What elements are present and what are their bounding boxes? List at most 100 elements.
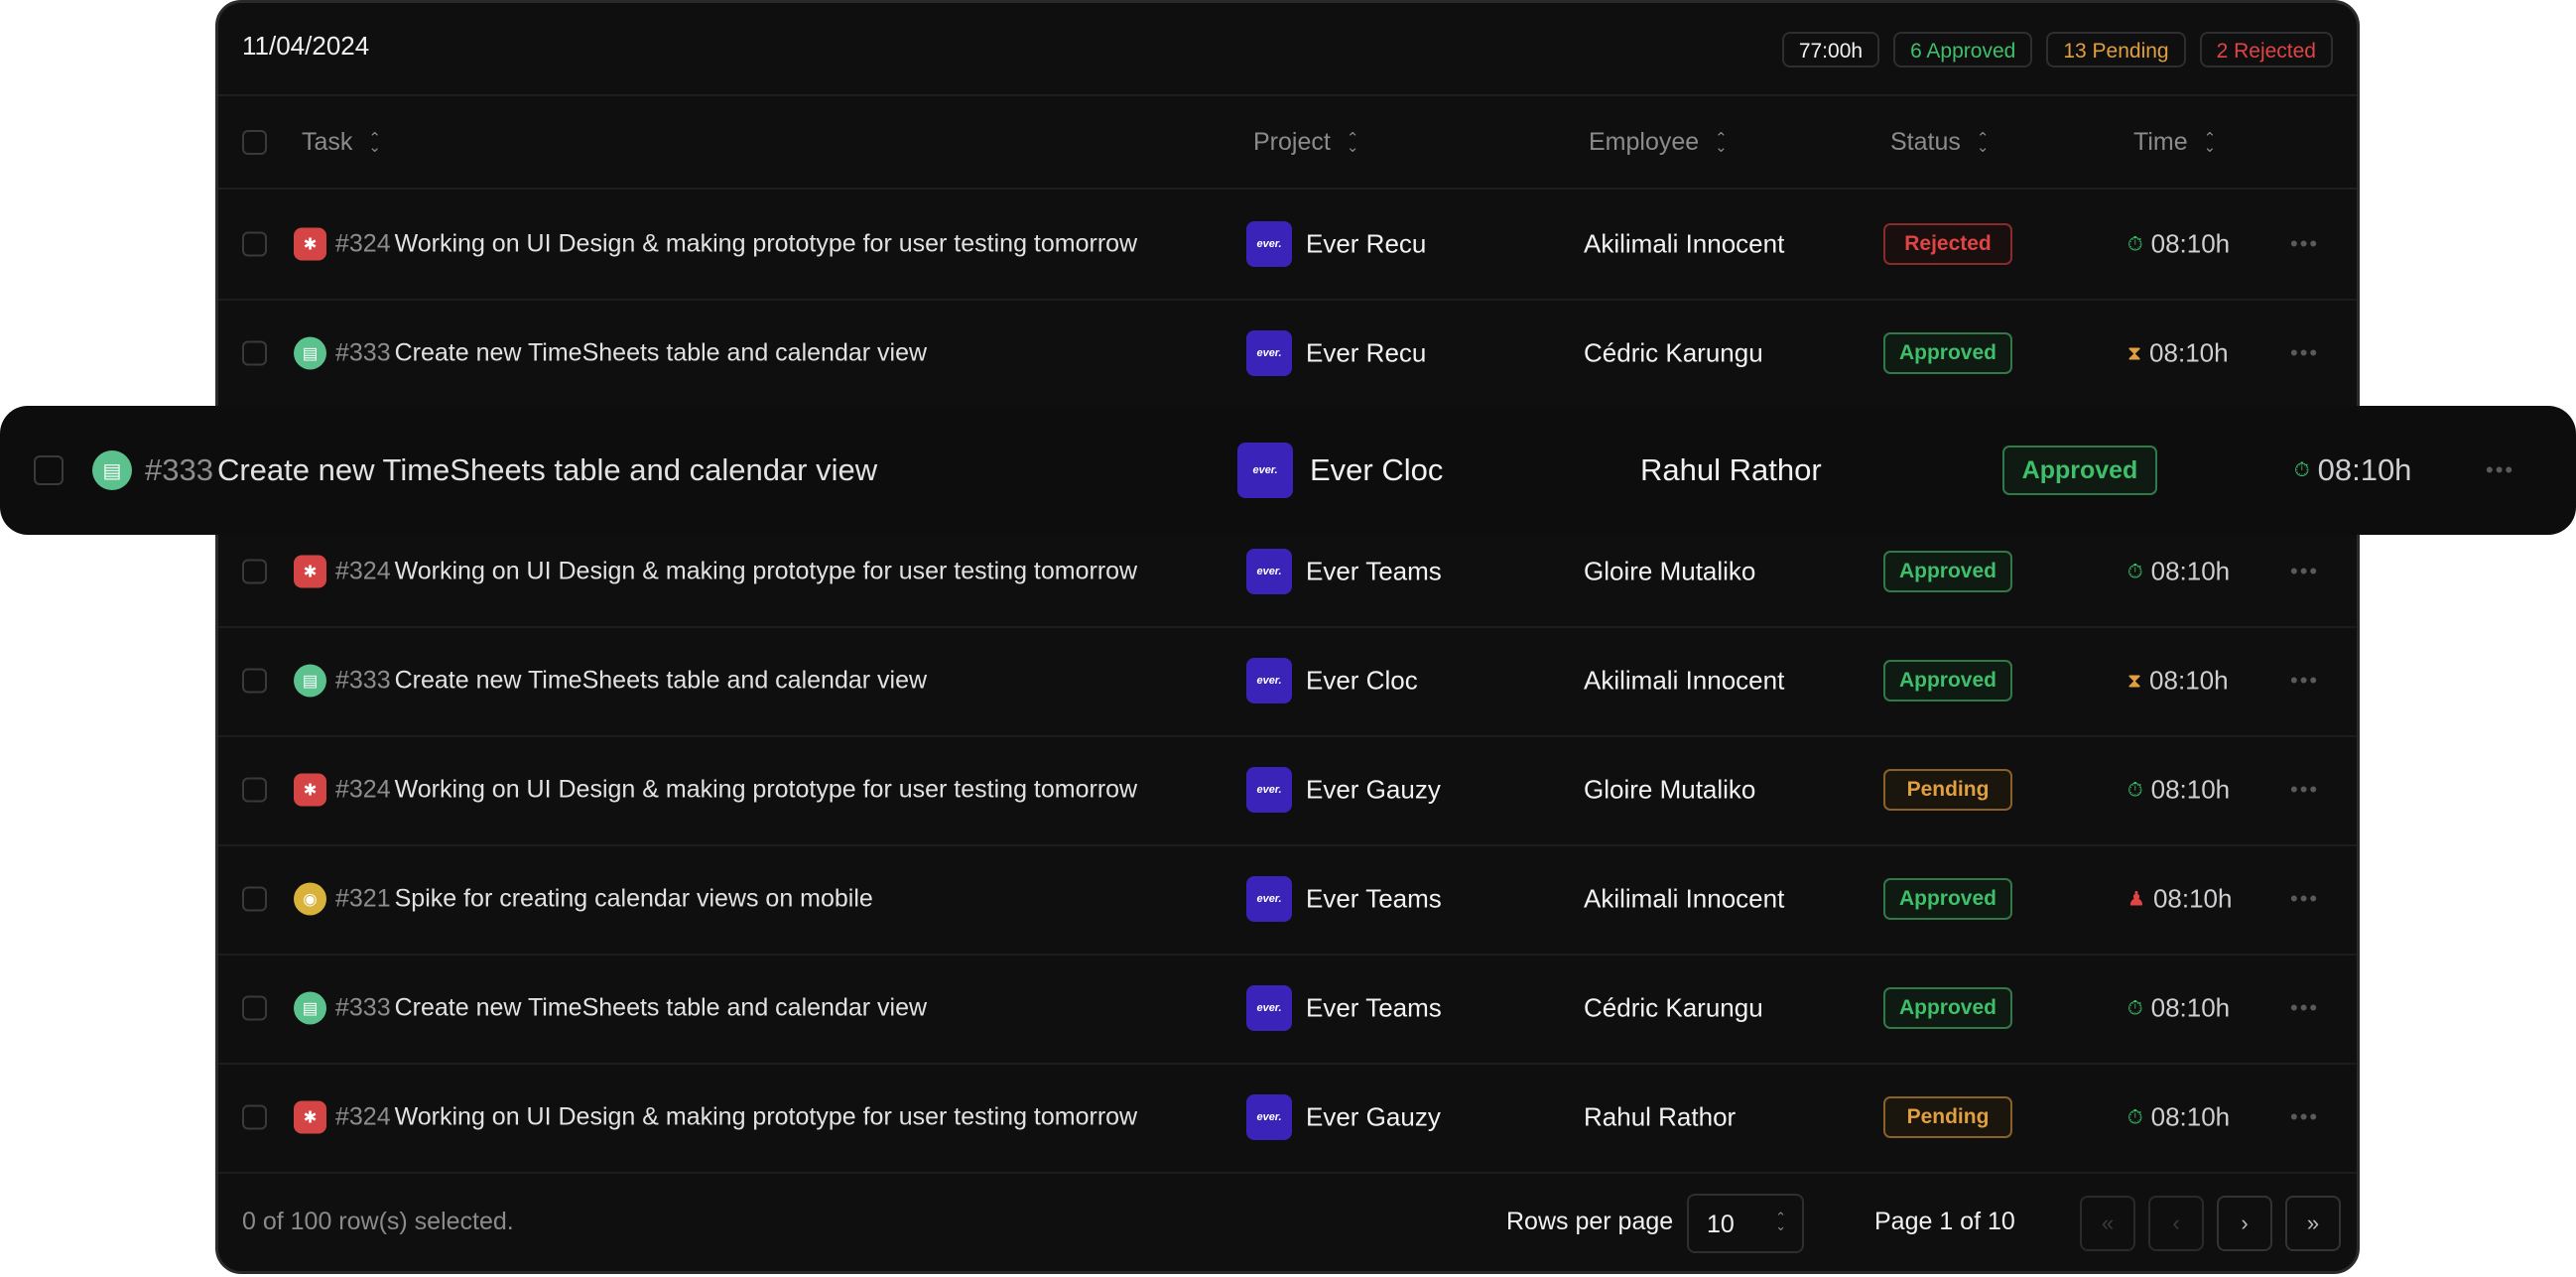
- timer-icon: ⏱: [2127, 561, 2143, 582]
- sort-icon: ⌃ ⌄: [2203, 129, 2217, 156]
- task-title[interactable]: #324 Working on UI Design & making protot…: [335, 558, 1137, 586]
- more-options-button[interactable]: •••: [2290, 559, 2319, 584]
- time-value: ⏱ 08:10h: [2127, 993, 2230, 1024]
- project-name: Ever Teams: [1306, 992, 1442, 1023]
- more-options-button[interactable]: •••: [2290, 1104, 2319, 1130]
- task-title-text: Create new TimeSheets table and calendar…: [394, 666, 928, 695]
- status-badge: Approved: [2002, 446, 2157, 495]
- last-page-button[interactable]: »: [2285, 1196, 2341, 1251]
- table-row[interactable]: ◉ #321 Spike for creating calendar views o…: [218, 844, 2357, 956]
- row-checkbox[interactable]: [34, 455, 64, 485]
- task-number: #333: [335, 666, 391, 695]
- row-checkbox[interactable]: [242, 1104, 267, 1130]
- table-row[interactable]: ✱ #324 Working on UI Design & making proto…: [218, 735, 2357, 846]
- project-name: Ever Gauzy: [1306, 774, 1441, 805]
- task-title[interactable]: #321 Spike for creating calendar views on…: [335, 885, 873, 914]
- task-number: #321: [335, 884, 391, 913]
- row-checkbox[interactable]: [242, 995, 267, 1021]
- table-row[interactable]: ▤ #333 Create new TimeSheets table and cal…: [218, 626, 2357, 737]
- row-checkbox[interactable]: [242, 231, 267, 257]
- employee-name: Akilimali Innocent: [1584, 228, 1785, 259]
- story-icon: ▤: [294, 991, 326, 1025]
- page-info: Page 1 of 10: [1874, 1208, 2015, 1235]
- task-title[interactable]: #333 Create new TimeSheets table and cale…: [335, 667, 927, 696]
- bug-icon: ✱: [294, 227, 326, 261]
- employee-name: Rahul Rathor: [1584, 1101, 1737, 1132]
- status-badge: Approved: [1883, 878, 2012, 920]
- summary-chips: 77:00h 6 Approved 13 Pending 2 Rejected: [1781, 32, 2333, 67]
- time-text: 08:10h: [2150, 556, 2231, 586]
- task-title-text: Create new TimeSheets table and calendar…: [394, 993, 928, 1022]
- row-checkbox[interactable]: [242, 777, 267, 803]
- project-logo: ever.: [1246, 1094, 1292, 1140]
- first-page-button[interactable]: «: [2080, 1196, 2135, 1251]
- task-title[interactable]: #324 Working on UI Design & making protot…: [335, 230, 1137, 259]
- more-options-button[interactable]: •••: [2290, 231, 2319, 257]
- time-text: 08:10h: [2150, 992, 2231, 1023]
- task-title[interactable]: #324 Working on UI Design & making protot…: [335, 776, 1137, 805]
- task-title-text: Spike for creating calendar views on mob…: [394, 884, 873, 913]
- project-logo: ever.: [1246, 549, 1292, 594]
- time-value: ⏱ 08:10h: [2127, 229, 2230, 260]
- chevrons-right-icon: »: [2306, 1211, 2320, 1235]
- timer-icon: ⏱: [2127, 1106, 2143, 1128]
- previous-page-button[interactable]: ‹: [2148, 1196, 2204, 1251]
- task-title[interactable]: #333 Create new TimeSheets table and cale…: [335, 994, 927, 1023]
- table-footer: 0 of 100 row(s) selected. Rows per page …: [218, 1173, 2357, 1271]
- column-header-employee[interactable]: Employee ⌃ ⌄: [1589, 128, 1728, 157]
- status-badge: Approved: [1883, 660, 2012, 702]
- rows-per-page-value: 10: [1707, 1211, 1735, 1238]
- select-all-checkbox[interactable]: [242, 130, 267, 155]
- row-checkbox[interactable]: [242, 340, 267, 366]
- project-name: Ever Recu: [1306, 228, 1427, 259]
- column-header-project[interactable]: Project ⌃ ⌄: [1253, 128, 1358, 157]
- task-title[interactable]: #324 Working on UI Design & making protot…: [335, 1103, 1137, 1132]
- next-page-button[interactable]: ›: [2217, 1196, 2272, 1251]
- bug-icon: ✱: [294, 1100, 326, 1134]
- column-header-status[interactable]: Status ⌃ ⌄: [1890, 128, 1989, 157]
- project-name: Ever Teams: [1306, 883, 1442, 914]
- time-text: 08:10h: [2150, 1101, 2231, 1132]
- timesheet-card: 11/04/2024 77:00h 6 Approved 13 Pending …: [215, 0, 2360, 1274]
- chevron-left-icon: ‹: [2172, 1211, 2180, 1235]
- time-text: 08:10h: [2150, 228, 2231, 259]
- task-title-text: Working on UI Design & making prototype …: [394, 775, 1138, 804]
- pending-count-chip: 13 Pending: [2046, 32, 2186, 67]
- column-header-time[interactable]: Time ⌃ ⌄: [2133, 128, 2216, 157]
- task-title[interactable]: #333 Create new TimeSheets table and cale…: [335, 339, 927, 368]
- row-checkbox[interactable]: [242, 559, 267, 584]
- table-row[interactable]: ▤ #333 Create new TimeSheets table and cal…: [218, 954, 2357, 1065]
- task-title-text: Working on UI Design & making prototype …: [394, 1102, 1138, 1131]
- time-text: 08:10h: [2149, 337, 2229, 368]
- dragged-row[interactable]: ▤ #333 Create new TimeSheets table and cal…: [0, 406, 2576, 535]
- rows-per-page-select[interactable]: 10 ⌃ ⌄: [1687, 1194, 1804, 1253]
- bug-icon: ✱: [294, 773, 326, 807]
- task-title[interactable]: #333 Create new TimeSheets table and cale…: [145, 452, 877, 488]
- user-icon: ♟: [2127, 888, 2145, 910]
- more-options-button[interactable]: •••: [2290, 886, 2319, 912]
- sort-icon: ⌃ ⌄: [368, 129, 381, 156]
- column-header-task[interactable]: Task ⌃ ⌄: [302, 128, 381, 157]
- employee-name: Rahul Rathor: [1640, 452, 1822, 487]
- more-options-button[interactable]: •••: [2290, 777, 2319, 803]
- chevrons-left-icon: «: [2101, 1211, 2115, 1235]
- row-checkbox[interactable]: [242, 668, 267, 694]
- more-options-button[interactable]: •••: [2290, 668, 2319, 694]
- employee-name: Gloire Mutaliko: [1584, 774, 1756, 805]
- time-text: 08:10h: [2149, 665, 2229, 696]
- status-badge: Rejected: [1883, 223, 2012, 265]
- hourglass-icon: ⧗: [2127, 670, 2142, 692]
- more-options-button[interactable]: •••: [2290, 995, 2319, 1021]
- table-row[interactable]: ✱ #324 Working on UI Design & making proto…: [218, 1063, 2357, 1174]
- column-label: Task: [302, 128, 353, 156]
- project-name: Ever Cloc: [1306, 665, 1418, 696]
- more-options-button[interactable]: •••: [2290, 340, 2319, 366]
- project-logo: ever.: [1246, 330, 1292, 376]
- table-row[interactable]: ✱ #324 Working on UI Design & making proto…: [218, 190, 2357, 301]
- table-header: Task ⌃ ⌄ Project ⌃ ⌄ Employee ⌃ ⌄ Status ⌃ ⌄ Tim…: [218, 96, 2357, 190]
- more-options-button[interactable]: •••: [2486, 457, 2514, 483]
- table-row[interactable]: ▤ #333 Create new TimeSheets table and cal…: [218, 299, 2357, 410]
- status-badge: Pending: [1883, 769, 2012, 811]
- time-text: 08:10h: [2150, 774, 2231, 805]
- row-checkbox[interactable]: [242, 886, 267, 912]
